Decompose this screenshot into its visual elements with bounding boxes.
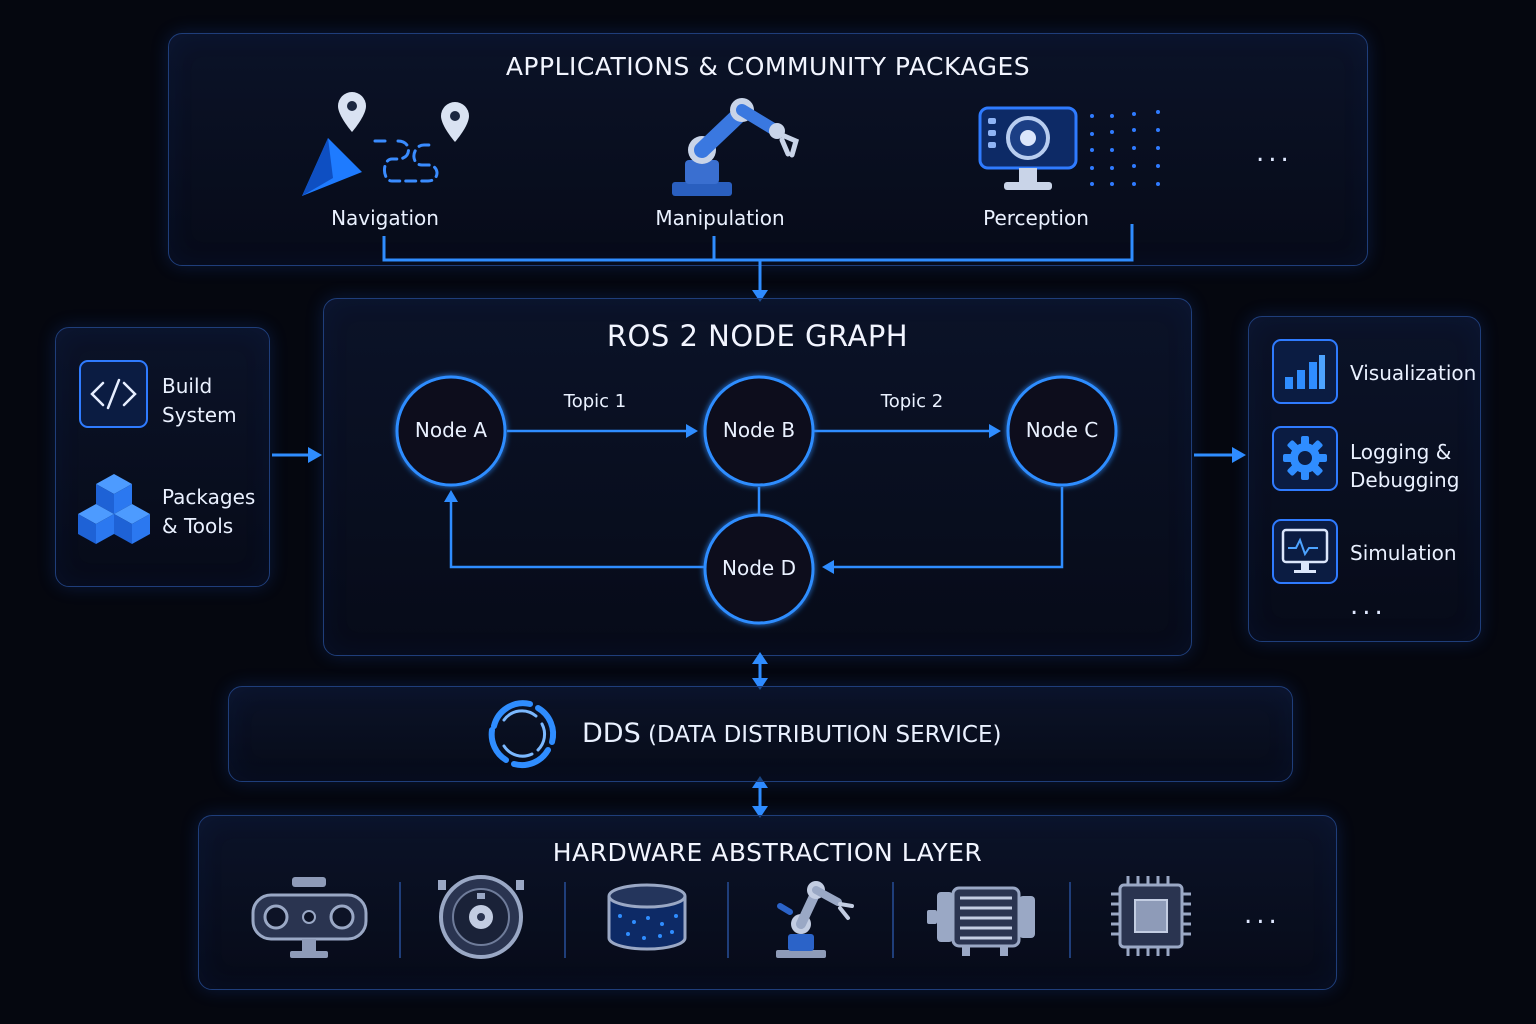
hardware-more-dots: ... xyxy=(1244,900,1281,930)
app-label-perception: Perception xyxy=(983,206,1089,230)
app-label-manipulation: Manipulation xyxy=(655,206,785,230)
node-graph-title: ROS 2 NODE GRAPH xyxy=(606,319,909,353)
topic-1-label: Topic 1 xyxy=(563,391,627,412)
tools-more-dots: ... xyxy=(1350,591,1387,621)
node-a-label: Node A xyxy=(414,418,488,442)
node-d-label: Node D xyxy=(722,556,796,580)
node-graph-panel: ROS 2 NODE GRAPH xyxy=(323,298,1192,656)
logging-debugging-label: Logging & Debugging xyxy=(1350,440,1460,492)
app-label-navigation: Navigation xyxy=(331,206,439,230)
dds-title-rest: (DATA DISTRIBUTION SERVICE) xyxy=(640,722,1002,748)
applications-more-dots: ... xyxy=(1256,138,1293,168)
dds-title-bold: DDS xyxy=(582,718,641,749)
dds-title: DDS (DATA DISTRIBUTION SERVICE) xyxy=(582,718,1002,749)
dev-tools-panel xyxy=(55,327,270,587)
simulation-label: Simulation xyxy=(1350,541,1457,565)
hardware-panel: HARDWARE ABSTRACTION LAYER xyxy=(198,815,1337,990)
build-system-label: Build System xyxy=(162,374,237,427)
packages-tools-label: Packages & Tools xyxy=(162,485,256,538)
applications-title: APPLICATIONS & COMMUNITY PACKAGES xyxy=(505,52,1031,81)
node-b-label: Node B xyxy=(722,418,796,442)
topic-2-label: Topic 2 xyxy=(880,391,944,412)
visualization-label: Visualization xyxy=(1350,361,1477,385)
node-c-label: Node C xyxy=(1025,418,1099,442)
hardware-title: HARDWARE ABSTRACTION LAYER xyxy=(552,838,983,867)
applications-panel: APPLICATIONS & COMMUNITY PACKAGES xyxy=(168,33,1368,266)
